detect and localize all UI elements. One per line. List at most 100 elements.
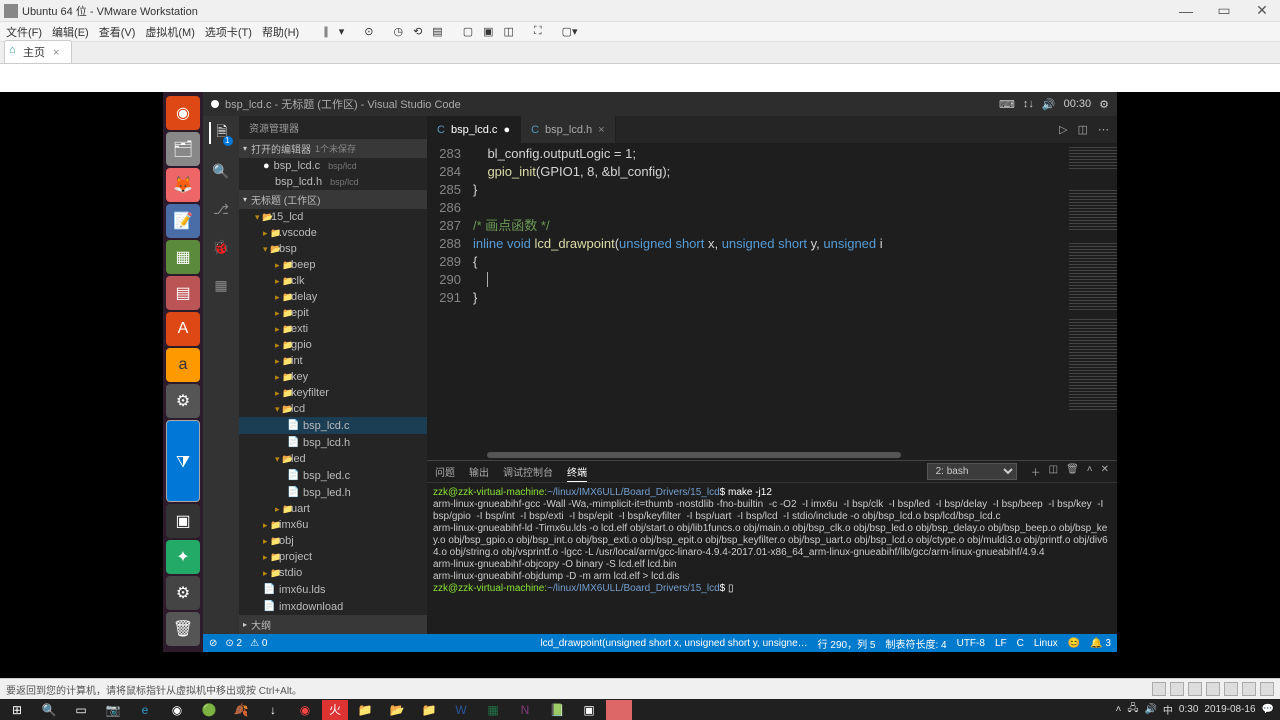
tree-item[interactable]: 15_lcd bbox=[239, 209, 427, 225]
debug-icon[interactable]: 🐞 bbox=[210, 236, 232, 258]
tree-item[interactable]: bsp_lcd.h bbox=[239, 434, 427, 451]
stretch-icon[interactable]: ◫ bbox=[504, 25, 514, 38]
status-pos[interactable]: 行 290，列 5 bbox=[818, 636, 876, 651]
trash-icon[interactable]: 🗑 bbox=[166, 612, 200, 646]
search-taskbar-icon[interactable]: 🔍 bbox=[34, 700, 64, 720]
status-enc[interactable]: UTF-8 bbox=[957, 638, 985, 649]
terminal-body[interactable]: zzk@zzk-virtual-machine:~/linux/IMX6ULL/… bbox=[427, 483, 1117, 634]
menu-tabs[interactable]: 选项卡(T) bbox=[205, 24, 252, 40]
tree-item[interactable]: epit bbox=[239, 305, 427, 321]
status-left-1[interactable]: ⊙ 2 bbox=[225, 638, 242, 649]
volume-icon[interactable]: 🔊 bbox=[1042, 98, 1056, 111]
camera-taskbar-icon[interactable]: 📷 bbox=[98, 700, 128, 720]
terminal-tab[interactable]: 终端 bbox=[567, 462, 587, 482]
snapshot-icon[interactable]: ⊙ bbox=[364, 25, 373, 38]
app-taskbar-5[interactable]: 火 bbox=[322, 700, 348, 720]
software-icon[interactable]: A bbox=[166, 312, 200, 346]
extensions-icon[interactable]: ▦ bbox=[210, 274, 232, 296]
maximize-button[interactable]: ▭ bbox=[1210, 2, 1238, 20]
add-tool-icon[interactable]: ▢▾ bbox=[562, 25, 578, 38]
status-eol[interactable]: LF bbox=[995, 638, 1007, 649]
revert-icon[interactable]: ⟲ bbox=[413, 25, 422, 38]
open-file[interactable]: ● bsp_lcd.cbsp/lcd bbox=[239, 158, 427, 174]
tree-item[interactable]: imxdownload bbox=[239, 598, 427, 615]
chrome-icon[interactable]: ◉ bbox=[162, 700, 192, 720]
menu-edit[interactable]: 编辑(E) bbox=[52, 24, 89, 40]
new-terminal-icon[interactable]: ＋ bbox=[1031, 464, 1041, 479]
status-left-0[interactable]: ⊘ bbox=[209, 638, 217, 649]
vmware-taskbar-icon[interactable]: ▣ bbox=[574, 700, 604, 720]
start-icon[interactable]: ⊞ bbox=[2, 700, 32, 720]
minimap[interactable] bbox=[1069, 145, 1117, 450]
app-icon[interactable]: ✦ bbox=[166, 540, 200, 574]
tray-ime[interactable]: 中 bbox=[1163, 702, 1173, 717]
app-taskbar-7[interactable] bbox=[606, 700, 632, 720]
menu-help[interactable]: 帮助(H) bbox=[262, 24, 299, 40]
scm-icon[interactable]: ⎇ bbox=[210, 198, 232, 220]
tree-item[interactable]: stdio bbox=[239, 565, 427, 581]
workspace-header[interactable]: ▾无标题 (工作区) bbox=[239, 190, 427, 209]
hscrollbar[interactable] bbox=[427, 450, 1117, 460]
status-feedback[interactable]: 😊 bbox=[1068, 638, 1080, 649]
tree-item[interactable]: bsp_led.c bbox=[239, 467, 427, 484]
taskview-icon[interactable]: ▭ bbox=[66, 700, 96, 720]
vmware-tab-home[interactable]: 主页× bbox=[4, 40, 72, 63]
more-icon[interactable]: ⋯ bbox=[1098, 123, 1109, 136]
minimize-button[interactable]: — bbox=[1172, 2, 1200, 20]
explorer-taskbar-icon[interactable]: 📁 bbox=[350, 700, 380, 720]
amazon-icon[interactable]: a bbox=[166, 348, 200, 382]
app-taskbar-6[interactable]: 📗 bbox=[542, 700, 572, 720]
tree-item[interactable]: led bbox=[239, 451, 427, 467]
outline-header[interactable]: ▸大纲 bbox=[239, 615, 427, 634]
pause-button[interactable]: ∥ bbox=[323, 25, 329, 38]
app-taskbar-3[interactable]: ↓ bbox=[258, 700, 288, 720]
gear-icon[interactable]: ⚙ bbox=[1099, 98, 1109, 111]
clock-icon[interactable]: ◷ bbox=[393, 25, 403, 38]
status-lang[interactable]: C bbox=[1017, 638, 1024, 649]
dash-icon[interactable]: ◉ bbox=[166, 96, 200, 130]
tree-item[interactable]: exti bbox=[239, 321, 427, 337]
settings2-icon[interactable]: ⚙ bbox=[166, 576, 200, 610]
run-icon[interactable]: ▷ bbox=[1059, 123, 1067, 136]
tree-item[interactable]: imx6u bbox=[239, 517, 427, 533]
editor-tab[interactable]: C bsp_lcd.c ● bbox=[427, 116, 521, 143]
onenote-icon[interactable]: N bbox=[510, 700, 540, 720]
open-editors-header[interactable]: ▾ 打开的编辑器 1个未保存 bbox=[239, 139, 427, 158]
app-taskbar-4[interactable]: ◉ bbox=[290, 700, 320, 720]
tree-item[interactable]: obj bbox=[239, 533, 427, 549]
terminal-tab[interactable]: 调试控制台 bbox=[503, 462, 553, 482]
folder2-taskbar-icon[interactable]: 📁 bbox=[414, 700, 444, 720]
tree-item[interactable]: .vscode bbox=[239, 225, 427, 241]
writer-icon[interactable]: 📝 bbox=[166, 204, 200, 238]
fullview-icon[interactable]: ▢ bbox=[463, 25, 473, 38]
tray-date[interactable]: 2019-08-16 bbox=[1204, 704, 1255, 715]
open-file[interactable]: bsp_lcd.hbsp/lcd bbox=[239, 174, 427, 190]
tray-time[interactable]: 0:30 bbox=[1179, 704, 1198, 715]
menu-vm[interactable]: 虚拟机(M) bbox=[145, 24, 195, 40]
keyboard-icon[interactable]: ⌨ bbox=[999, 98, 1015, 111]
terminal-icon[interactable]: ▣ bbox=[166, 504, 200, 538]
status-left-2[interactable]: ⚠ 0 bbox=[250, 638, 267, 649]
app-taskbar-1[interactable]: 🟢 bbox=[194, 700, 224, 720]
manage-icon[interactable]: ▤ bbox=[432, 25, 442, 38]
tray-vol-icon[interactable]: 🔊 bbox=[1144, 704, 1156, 715]
split-terminal-icon[interactable]: ◫ bbox=[1049, 464, 1058, 479]
impress-icon[interactable]: ▤ bbox=[166, 276, 200, 310]
maximize-panel-icon[interactable]: ˄ bbox=[1087, 464, 1093, 479]
unity-icon[interactable]: ▣ bbox=[483, 25, 493, 38]
network-icon[interactable]: ↕↓ bbox=[1023, 98, 1034, 110]
code-editor[interactable]: 283284285286287288289290291 bl_config.ou… bbox=[427, 143, 1117, 450]
tree-item[interactable]: uart bbox=[239, 501, 427, 517]
tree-item[interactable]: gpio bbox=[239, 337, 427, 353]
tree-item[interactable]: bsp_led.h bbox=[239, 484, 427, 501]
tree-item[interactable]: lcd bbox=[239, 401, 427, 417]
folder-taskbar-icon[interactable]: 📂 bbox=[382, 700, 412, 720]
full-screen-icon[interactable]: ⛶ bbox=[534, 25, 542, 38]
search-icon[interactable]: 🔍 bbox=[210, 160, 232, 182]
close-button[interactable]: ✕ bbox=[1248, 2, 1276, 20]
tree-item[interactable]: bsp_lcd.c bbox=[239, 417, 427, 434]
terminal-tab[interactable]: 输出 bbox=[469, 462, 489, 482]
tree-item[interactable]: project bbox=[239, 549, 427, 565]
files-icon[interactable]: 🗂 bbox=[166, 132, 200, 166]
menu-file[interactable]: 文件(F) bbox=[6, 24, 42, 40]
